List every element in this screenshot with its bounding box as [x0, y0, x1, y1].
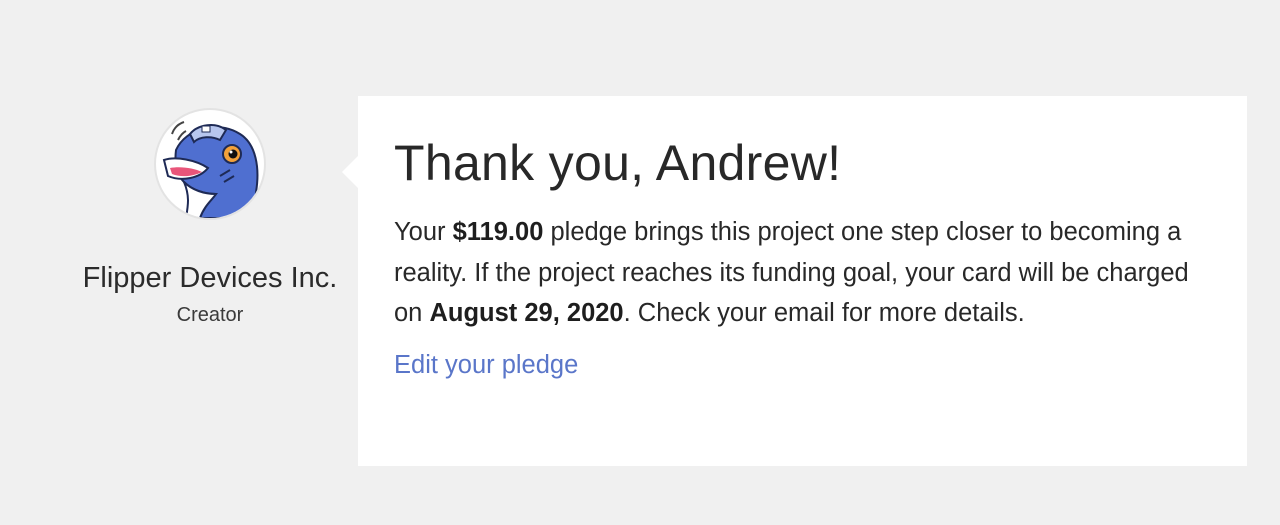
thank-you-heading: Thank you, Andrew! — [394, 135, 842, 191]
dolphin-avatar-icon — [162, 121, 259, 218]
charge-date: August 29, 2020 — [429, 299, 624, 327]
pledge-amount: $119.00 — [452, 218, 544, 246]
creator-role-label: Creator — [176, 304, 244, 326]
creator-name[interactable]: Flipper Devices Inc. — [60, 260, 360, 296]
creator-avatar[interactable] — [154, 108, 266, 220]
thank-you-card: Thank you, Andrew! Your $119.00 pledge b… — [342, 96, 1247, 466]
edit-pledge-link[interactable]: Edit your pledge — [394, 348, 578, 382]
creator-panel: Flipper Devices Inc. Creator — [60, 108, 360, 328]
message-text-1: Your — [394, 218, 453, 246]
message-text-3: . Check your email for more details. — [623, 299, 1025, 327]
pledge-message: Your $119.00 pledge brings this project … — [394, 212, 1194, 334]
